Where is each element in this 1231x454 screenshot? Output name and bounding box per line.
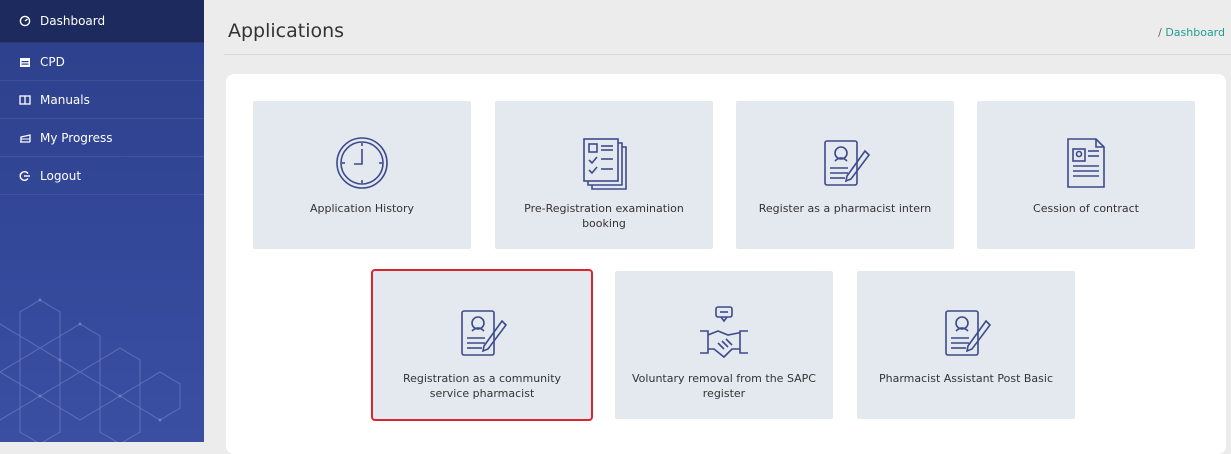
registration-form-icon (815, 135, 875, 191)
card-label: Pharmacist Assistant Post Basic (878, 372, 1054, 385)
clock-icon (332, 135, 392, 191)
card-label: Register as a pharmacist intern (758, 202, 932, 215)
card-label: Pre-Registration examination booking (524, 202, 684, 230)
card-application-history[interactable]: Application History (253, 101, 471, 249)
sidebar-item-manuals[interactable]: Manuals (0, 81, 204, 119)
card-pre-registration-exam[interactable]: Pre-Registration examination booking (495, 101, 713, 249)
registration-form-icon (452, 305, 512, 361)
sidebar-item-my-progress[interactable]: My Progress (0, 119, 204, 157)
checklist-icon (574, 135, 634, 191)
card-label: Voluntary removal from the SAPC register (632, 372, 816, 400)
main-area: Applications / Dashboard Application His… (204, 0, 1231, 454)
breadcrumb: / Dashboard (1158, 26, 1225, 39)
calendar-icon (18, 56, 32, 68)
card-label: Application History (309, 202, 415, 215)
breadcrumb-link-dashboard[interactable]: Dashboard (1165, 26, 1225, 39)
contract-icon (1056, 135, 1116, 191)
registration-form-icon (936, 305, 996, 361)
sidebar: Dashboard CPD Manuals My Progress Logout (0, 0, 204, 442)
card-cession-of-contract[interactable]: Cession of contract (977, 101, 1195, 249)
logout-icon (18, 170, 32, 182)
card-register-pharmacist-intern[interactable]: Register as a pharmacist intern (736, 101, 954, 249)
sidebar-item-label: Manuals (40, 92, 90, 107)
page-title: Applications (228, 20, 345, 42)
card-community-service-pharmacist[interactable]: Registration as a community service phar… (371, 269, 593, 421)
sidebar-item-label: CPD (40, 54, 65, 69)
sidebar-item-logout[interactable]: Logout (0, 157, 204, 195)
card-voluntary-removal[interactable]: Voluntary removal from the SAPC register (615, 271, 833, 419)
applications-panel: Application History Pre-Registration exa… (226, 74, 1226, 454)
page-header: Applications / Dashboard (224, 10, 1231, 55)
sidebar-item-dashboard[interactable]: Dashboard (0, 0, 204, 43)
card-label: Cession of contract (1033, 202, 1139, 215)
book-icon (18, 94, 32, 106)
sidebar-item-label: Dashboard (40, 14, 106, 28)
card-label: Registration as a community service phar… (402, 372, 562, 400)
dashboard-icon (18, 15, 32, 27)
sidebar-item-label: Logout (40, 168, 82, 183)
card-pharmacist-assistant-post-basic[interactable]: Pharmacist Assistant Post Basic (857, 271, 1075, 419)
sidebar-item-cpd[interactable]: CPD (0, 43, 204, 81)
chart-icon (18, 132, 32, 144)
breadcrumb-separator: / (1158, 26, 1162, 39)
hexagon-pattern-decoration (0, 298, 181, 442)
sidebar-item-label: My Progress (40, 130, 113, 145)
handshake-icon (694, 305, 754, 361)
